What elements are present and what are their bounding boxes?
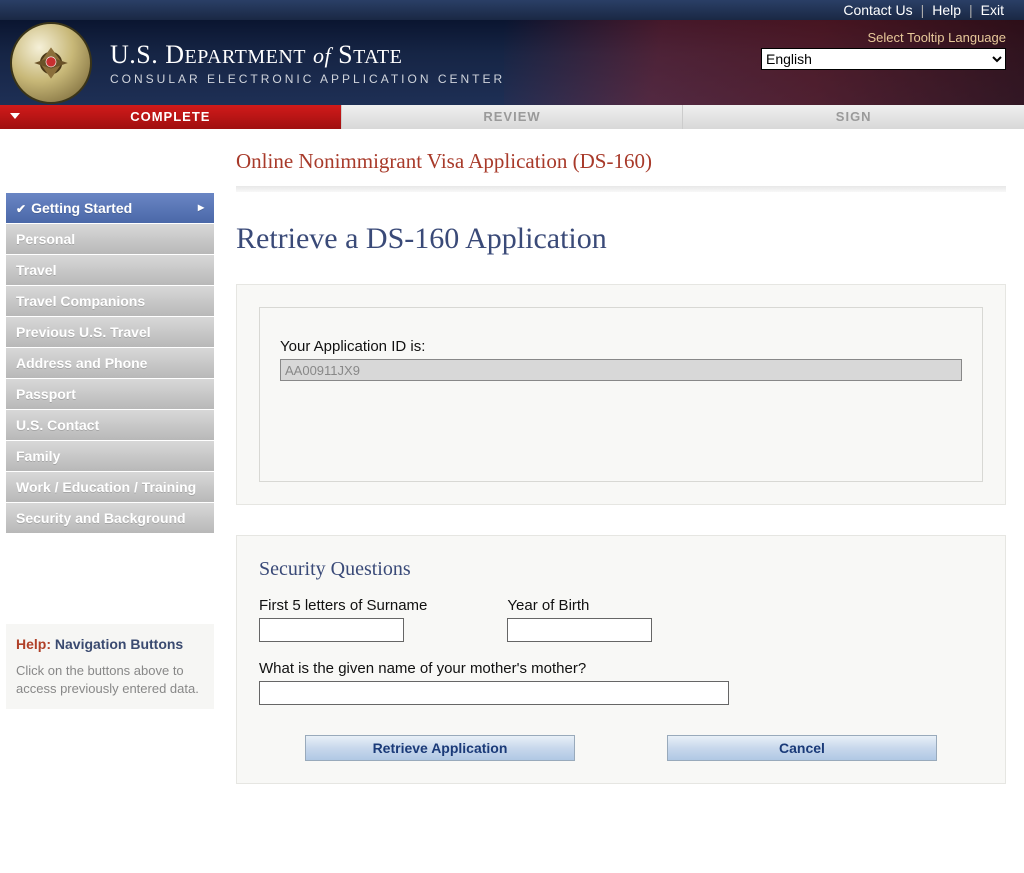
dept-text: S [338, 40, 353, 69]
security-questions-panel: Security Questions First 5 letters of Su… [236, 535, 1006, 784]
chevron-down-icon [10, 113, 20, 119]
surname-input[interactable] [259, 618, 404, 642]
top-utility-bar: Contact Us | Help | Exit [0, 0, 1024, 20]
page-title: Retrieve a DS-160 Application [236, 222, 1006, 256]
sidebar-item-travel-companions[interactable]: Travel Companions [6, 286, 214, 317]
tooltip-language-selector: Select Tooltip Language English [761, 30, 1006, 70]
sidebar-item-travel[interactable]: Travel [6, 255, 214, 286]
application-id-label: Your Application ID is: [280, 338, 962, 355]
sidebar-item-address-phone[interactable]: Address and Phone [6, 348, 214, 379]
ceac-subtitle: CONSULAR ELECTRONIC APPLICATION CENTER [110, 72, 505, 86]
application-id-box: Your Application ID is: [259, 307, 983, 482]
application-id-input [280, 359, 962, 381]
year-of-birth-input[interactable] [507, 618, 652, 642]
cancel-button[interactable]: Cancel [667, 735, 937, 761]
contact-us-link[interactable]: Contact Us [843, 2, 912, 18]
page-subtitle: Online Nonimmigrant Visa Application (DS… [236, 149, 1006, 174]
tab-review[interactable]: REVIEW [341, 105, 683, 129]
retrieve-application-button[interactable]: Retrieve Application [305, 735, 575, 761]
separator: | [921, 2, 925, 18]
dept-text: U.S. D [110, 40, 185, 69]
help-topic: Navigation Buttons [55, 636, 183, 652]
application-id-panel: Your Application ID is: [236, 284, 1006, 505]
sidebar-item-family[interactable]: Family [6, 441, 214, 472]
progress-tabs: COMPLETE REVIEW SIGN [0, 105, 1024, 129]
help-text: Click on the buttons above to access pre… [16, 662, 204, 697]
tooltip-language-label: Select Tooltip Language [761, 30, 1006, 45]
main-content: Online Nonimmigrant Visa Application (DS… [218, 137, 1024, 844]
banner-title: U.S. DEPARTMENT of STATE CONSULAR ELECTR… [110, 40, 505, 86]
sidebar-nav: Getting Started Personal Travel Travel C… [0, 137, 218, 844]
tab-complete[interactable]: COMPLETE [0, 105, 341, 129]
divider [236, 186, 1006, 192]
help-label: Help: [16, 636, 51, 652]
security-questions-heading: Security Questions [259, 558, 983, 581]
exit-link[interactable]: Exit [981, 2, 1004, 18]
tooltip-language-select[interactable]: English [761, 48, 1006, 70]
tab-label: COMPLETE [130, 109, 210, 124]
dept-text: of [313, 43, 331, 68]
state-department-seal-icon [10, 22, 92, 104]
sidebar-item-passport[interactable]: Passport [6, 379, 214, 410]
help-link[interactable]: Help [932, 2, 961, 18]
help-panel: Help: Navigation Buttons Click on the bu… [6, 624, 214, 709]
tab-sign[interactable]: SIGN [682, 105, 1024, 129]
sidebar-item-personal[interactable]: Personal [6, 224, 214, 255]
sidebar-item-work-education-training[interactable]: Work / Education / Training [6, 472, 214, 503]
sidebar-item-getting-started[interactable]: Getting Started [6, 193, 214, 224]
mother-name-label: What is the given name of your mother's … [259, 660, 983, 677]
year-of-birth-label: Year of Birth [507, 597, 652, 614]
dept-text: TATE [353, 46, 402, 68]
sidebar-item-security-background[interactable]: Security and Background [6, 503, 214, 534]
separator: | [969, 2, 973, 18]
surname-label: First 5 letters of Surname [259, 597, 427, 614]
mother-name-input[interactable] [259, 681, 729, 705]
sidebar-item-us-contact[interactable]: U.S. Contact [6, 410, 214, 441]
dept-text: EPARTMENT [185, 46, 306, 68]
sidebar-item-previous-us-travel[interactable]: Previous U.S. Travel [6, 317, 214, 348]
header-banner: U.S. DEPARTMENT of STATE CONSULAR ELECTR… [0, 20, 1024, 105]
